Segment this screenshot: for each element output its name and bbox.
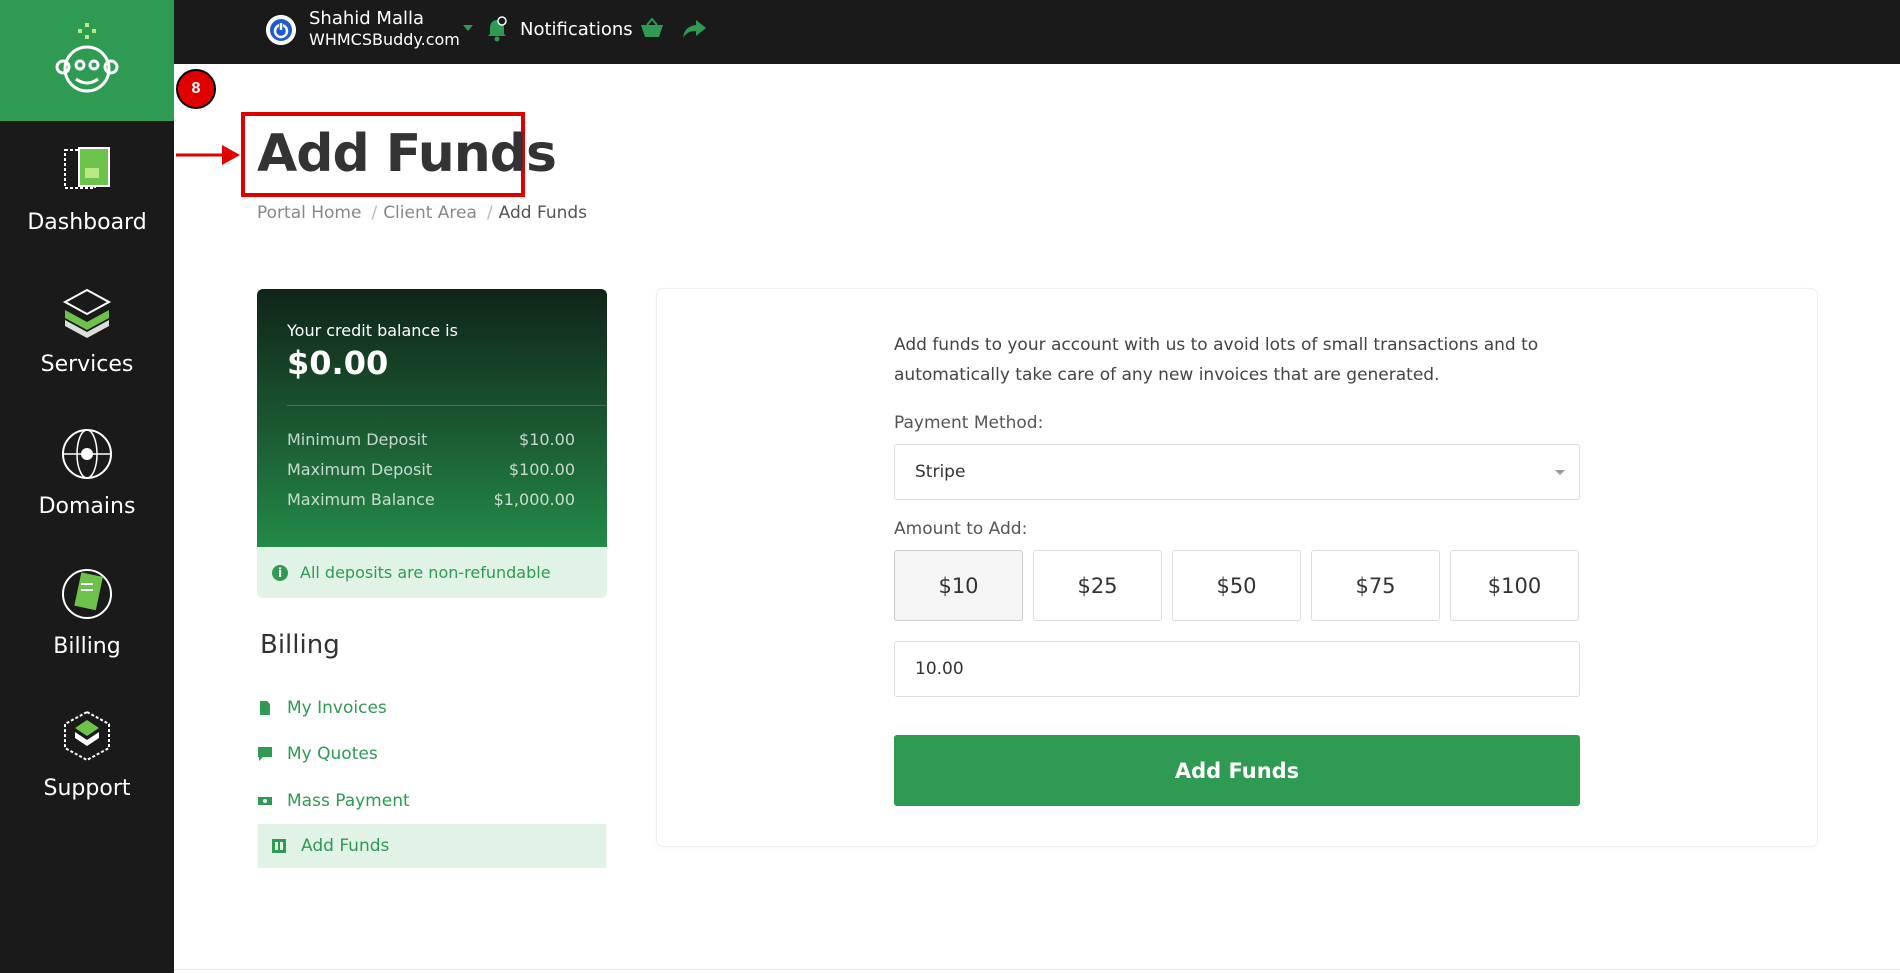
credit-row-value: $1,000.00 xyxy=(493,490,575,509)
amount-option-75[interactable]: $75 xyxy=(1311,550,1440,621)
credit-row-max-deposit: Maximum Deposit $100.00 xyxy=(287,460,575,479)
credit-label: Your credit balance is xyxy=(287,321,458,340)
breadcrumb-separator: / xyxy=(371,203,378,223)
payment-method-label: Payment Method: xyxy=(894,413,1044,433)
billing-item-my-quotes[interactable]: My Quotes xyxy=(258,732,606,776)
billing-item-label: My Quotes xyxy=(287,744,378,764)
credit-row-value: $100.00 xyxy=(508,460,575,479)
billing-item-mass-payment[interactable]: Mass Payment xyxy=(258,779,606,823)
nav-domains[interactable]: Domains xyxy=(0,424,174,554)
add-funds-icon xyxy=(272,839,286,853)
nav-billing[interactable]: Billing xyxy=(0,564,174,694)
divider xyxy=(174,969,1900,970)
breadcrumb-current: Add Funds xyxy=(498,203,588,223)
payment-method-select[interactable]: Stripe xyxy=(894,444,1580,500)
amount-input[interactable]: 10.00 xyxy=(894,641,1580,697)
credit-row-min-deposit: Minimum Deposit $10.00 xyxy=(287,430,575,449)
refund-notice: i All deposits are non-refundable xyxy=(257,547,607,598)
credit-row-label: Minimum Deposit xyxy=(287,430,428,449)
nav-label-billing: Billing xyxy=(53,634,121,659)
credit-row-label: Maximum Deposit xyxy=(287,460,433,479)
credit-row-value: $10.00 xyxy=(519,430,575,449)
amount-option-25[interactable]: $25 xyxy=(1033,550,1162,621)
nav-label-domains: Domains xyxy=(38,494,136,519)
credit-row-max-balance: Maximum Balance $1,000.00 xyxy=(287,490,575,509)
user-company[interactable]: WHMCSBuddy.com xyxy=(309,30,460,49)
nav-support[interactable]: Support xyxy=(0,706,174,836)
chevron-down-icon[interactable] xyxy=(463,25,473,31)
share-icon[interactable] xyxy=(681,17,707,41)
step-badge: 8 xyxy=(176,69,216,109)
nav-label-dashboard: Dashboard xyxy=(27,210,147,235)
user-name[interactable]: Shahid Malla xyxy=(309,8,424,29)
nav-dashboard[interactable]: Dashboard xyxy=(0,140,174,270)
invoice-icon xyxy=(260,701,270,715)
billing-icon xyxy=(62,569,112,619)
billing-item-my-invoices[interactable]: My Invoices xyxy=(258,686,606,730)
billing-item-label: My Invoices xyxy=(287,698,387,718)
payment-method-value: Stripe xyxy=(915,462,966,482)
arrow-right-icon xyxy=(176,145,240,165)
add-funds-button[interactable]: Add Funds xyxy=(894,735,1580,806)
nav-label-support: Support xyxy=(43,776,131,801)
support-icon xyxy=(64,710,110,762)
page-title: Add Funds xyxy=(257,124,557,184)
refund-notice-text: All deposits are non-refundable xyxy=(300,563,551,582)
amount-option-10[interactable]: $10 xyxy=(894,550,1023,621)
intro-text: Add funds to your account with us to avo… xyxy=(894,335,1539,385)
money-icon xyxy=(258,797,272,805)
billing-item-label: Mass Payment xyxy=(287,791,410,811)
bell-icon[interactable] xyxy=(486,16,508,42)
power-icon[interactable] xyxy=(266,15,296,45)
monkey-logo-icon xyxy=(55,22,119,92)
domains-icon xyxy=(62,429,112,479)
nav-label-services: Services xyxy=(40,352,134,377)
amount-option-50[interactable]: $50 xyxy=(1172,550,1301,621)
notifications-link[interactable]: Notifications xyxy=(520,19,633,40)
billing-heading: Billing xyxy=(260,630,340,660)
credit-amount: $0.00 xyxy=(287,344,389,382)
breadcrumb-separator: / xyxy=(486,203,493,223)
credit-balance-card: Your credit balance is $0.00 Minimum Dep… xyxy=(257,289,607,547)
breadcrumb-portal-home[interactable]: Portal Home xyxy=(257,203,361,223)
info-icon: i xyxy=(272,564,288,581)
billing-item-add-funds[interactable]: Add Funds xyxy=(258,824,606,868)
breadcrumb-client-area[interactable]: Client Area xyxy=(383,203,477,223)
breadcrumb: Portal Home / Client Area / Add Funds xyxy=(257,203,591,223)
services-icon xyxy=(62,288,112,338)
amount-label: Amount to Add: xyxy=(894,519,1028,539)
chevron-down-icon xyxy=(1555,470,1565,475)
billing-item-label: Add Funds xyxy=(301,836,390,856)
logo[interactable] xyxy=(0,0,174,121)
nav-services[interactable]: Services xyxy=(0,282,174,412)
credit-row-label: Maximum Balance xyxy=(287,490,435,509)
dashboard-icon xyxy=(64,147,110,189)
divider xyxy=(287,405,607,406)
sidebar: Dashboard Services Domains Billing Suppo… xyxy=(0,0,174,973)
amount-option-100[interactable]: $100 xyxy=(1450,550,1579,621)
cart-icon[interactable] xyxy=(639,17,665,41)
quote-icon xyxy=(258,747,272,761)
